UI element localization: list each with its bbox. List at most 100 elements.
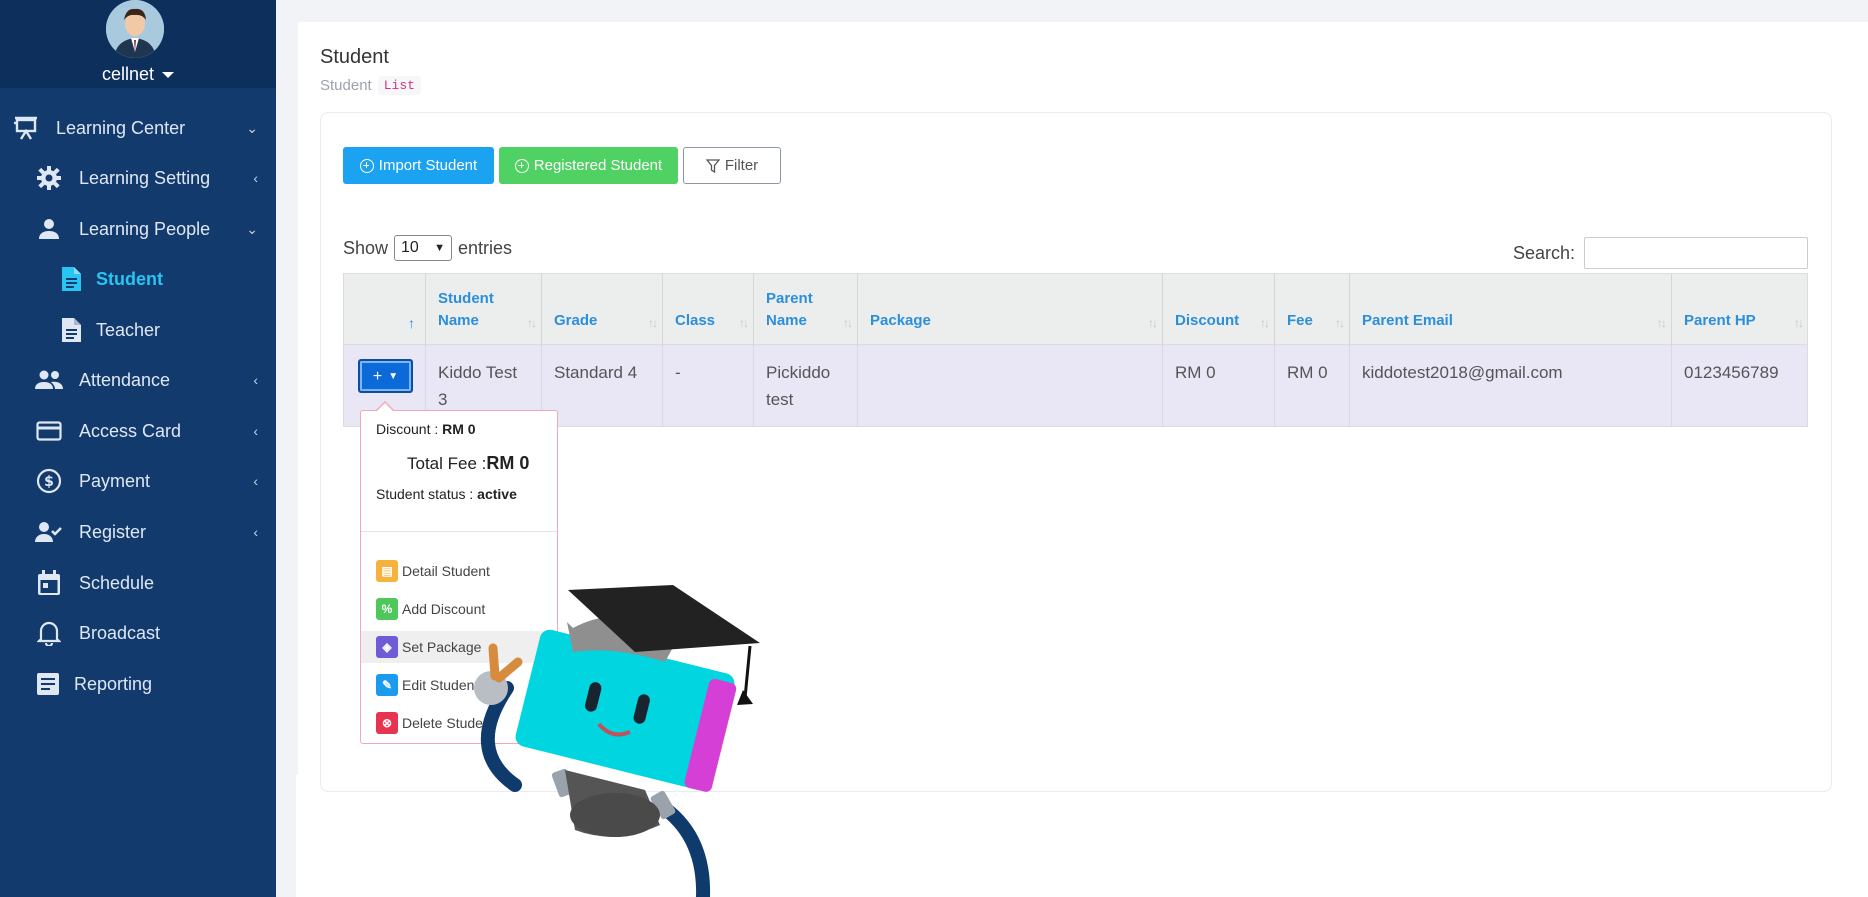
cell-parent-email: kiddotest2018@gmail.com [1350,345,1672,427]
sidebar-item-access-card[interactable]: Access Card ‹ [0,406,276,456]
chevron-down-icon: ⌄ [246,119,258,136]
sidebar: cellnet Learning Center ⌄ Learning Setti… [0,0,276,897]
avatar[interactable] [106,0,164,58]
column-header-package[interactable]: Package ↑↓ [858,274,1163,346]
document-icon [57,265,85,293]
table-row[interactable]: + ▼ Kiddo Test 3 Standard 4 - Pickiddo t… [343,345,1808,427]
column-header-class[interactable]: Class ↑↓ [663,274,754,346]
sidebar-item-teacher[interactable]: Teacher [0,305,276,355]
sidebar-item-label: Teacher [96,319,161,340]
cell-package [858,345,1163,427]
percent-icon: % [376,598,398,620]
breadcrumb-code: List [377,76,421,95]
caret-down-icon: ▼ [388,370,399,382]
select-arrow-icon: ▼ [434,242,446,254]
popover-divider [361,531,557,532]
sidebar-item-attendance[interactable]: Attendance ‹ [0,355,276,405]
filter-icon [705,158,720,173]
user-menu[interactable]: cellnet [0,64,276,85]
breadcrumb: Student List [320,76,421,95]
search-input[interactable] [1584,237,1809,269]
sidebar-item-label: Register [79,521,147,542]
chevron-left-icon: ‹ [253,423,258,439]
breadcrumb-text: Student [320,77,372,94]
popover-discount: Discount : RM 0 [376,421,476,437]
chevron-left-icon: ‹ [253,524,258,540]
sidebar-item-label: Access Card [79,420,182,441]
plus-circle-icon [514,158,529,173]
cell-parent-hp: 0123456789 [1684,363,1779,382]
presentation-board-icon [12,114,40,142]
gear-icon [35,164,63,192]
graduate-robot-mascot [474,585,760,897]
column-header-parent-email[interactable]: Parent Email ↑↓ [1350,274,1672,346]
column-header-parent-name[interactable]: Parent Name ↑↓ [754,274,858,346]
import-student-button[interactable]: Import Student [343,147,494,184]
chevron-left-icon: ‹ [253,372,258,388]
cell-fee: RM 0 [1275,345,1350,427]
student-table: ↑ Student Name ↑↓ Grade ↑↓ Class ↑↓ Parent … [343,273,1808,428]
filter-button[interactable]: Filter [683,147,781,184]
bell-icon [35,619,63,647]
column-header-parent-hp[interactable]: Parent HP ↑↓ [1672,274,1808,346]
sidebar-item-schedule[interactable]: Schedule [0,558,276,608]
credit-card-icon [35,417,63,445]
sidebar-item-label: Learning Center [56,117,186,138]
table-header: ↑ Student Name ↑↓ Grade ↑↓ Class ↑↓ Parent … [343,273,1808,346]
sidebar-item-learning-center[interactable]: Learning Center ⌄ [0,103,276,153]
sort-icon: ↑↓ [1794,316,1804,330]
svg-text:$: $ [44,474,54,490]
user-check-icon [35,518,63,546]
column-header-fee[interactable]: Fee ↑↓ [1275,274,1350,346]
sort-icon: ↑↓ [843,316,853,330]
sort-icon: ↑↓ [1657,316,1667,330]
package-icon: ◈ [376,636,398,658]
entries-select[interactable]: 10 ▼ [394,235,453,261]
page-title: Student [320,46,389,68]
id-card-icon: ▤ [376,560,398,582]
sidebar-item-learning-people[interactable]: Learning People ⌄ [0,204,276,254]
column-header-grade[interactable]: Grade ↑↓ [542,274,663,346]
import-student-label: Import Student [378,157,478,174]
popover-status: Student status : active [376,486,517,502]
registered-student-label: Registered Student [533,157,663,174]
report-icon [34,670,62,698]
sidebar-item-learning-setting[interactable]: Learning Setting ‹ [0,153,276,203]
registered-student-button[interactable]: Registered Student [499,147,678,184]
column-header-discount[interactable]: Discount ↑↓ [1163,274,1275,346]
column-header-student-name[interactable]: Student Name ↑↓ [426,274,542,346]
pencil-icon: ✎ [376,674,398,696]
sidebar-item-student[interactable]: Student [0,254,276,304]
row-action-button[interactable]: + ▼ [358,359,413,393]
caret-down-icon [162,72,175,79]
cell-discount: RM 0 [1163,345,1275,427]
cell-class: - [663,345,754,427]
sort-icon: ↑↓ [1148,316,1158,330]
sidebar-item-label: Schedule [79,572,155,593]
filter-label: Filter [724,157,759,174]
sidebar-item-register[interactable]: Register ‹ [0,507,276,557]
sidebar-item-label: Broadcast [79,622,161,643]
sort-icon: ↑↓ [527,316,537,330]
entries-value: 10 [401,239,419,256]
sidebar-item-label: Student [96,268,163,289]
dollar-circle-icon: $ [35,467,63,495]
sidebar-item-label: Reporting [74,673,153,694]
plus-circle-icon [359,158,374,173]
delete-circle-icon: ⊗ [376,712,398,734]
sidebar-item-broadcast[interactable]: Broadcast [0,608,276,658]
sort-asc-icon: ↑ [408,315,415,331]
sidebar-header: cellnet [0,0,276,88]
person-icon [35,215,63,243]
entries-length: Show 10 ▼ entries [343,235,512,261]
chevron-left-icon: ‹ [253,170,258,186]
calendar-icon [35,569,63,597]
sort-icon: ↑↓ [648,316,658,330]
entries-label: entries [458,237,513,258]
column-header-action[interactable]: ↑ [344,274,426,346]
table-search: Search: [1513,237,1809,269]
sidebar-item-reporting[interactable]: Reporting [0,659,276,709]
people-icon [35,366,63,394]
sidebar-item-payment[interactable]: $ Payment ‹ [0,456,276,506]
sidebar-item-label: Attendance [79,369,171,390]
